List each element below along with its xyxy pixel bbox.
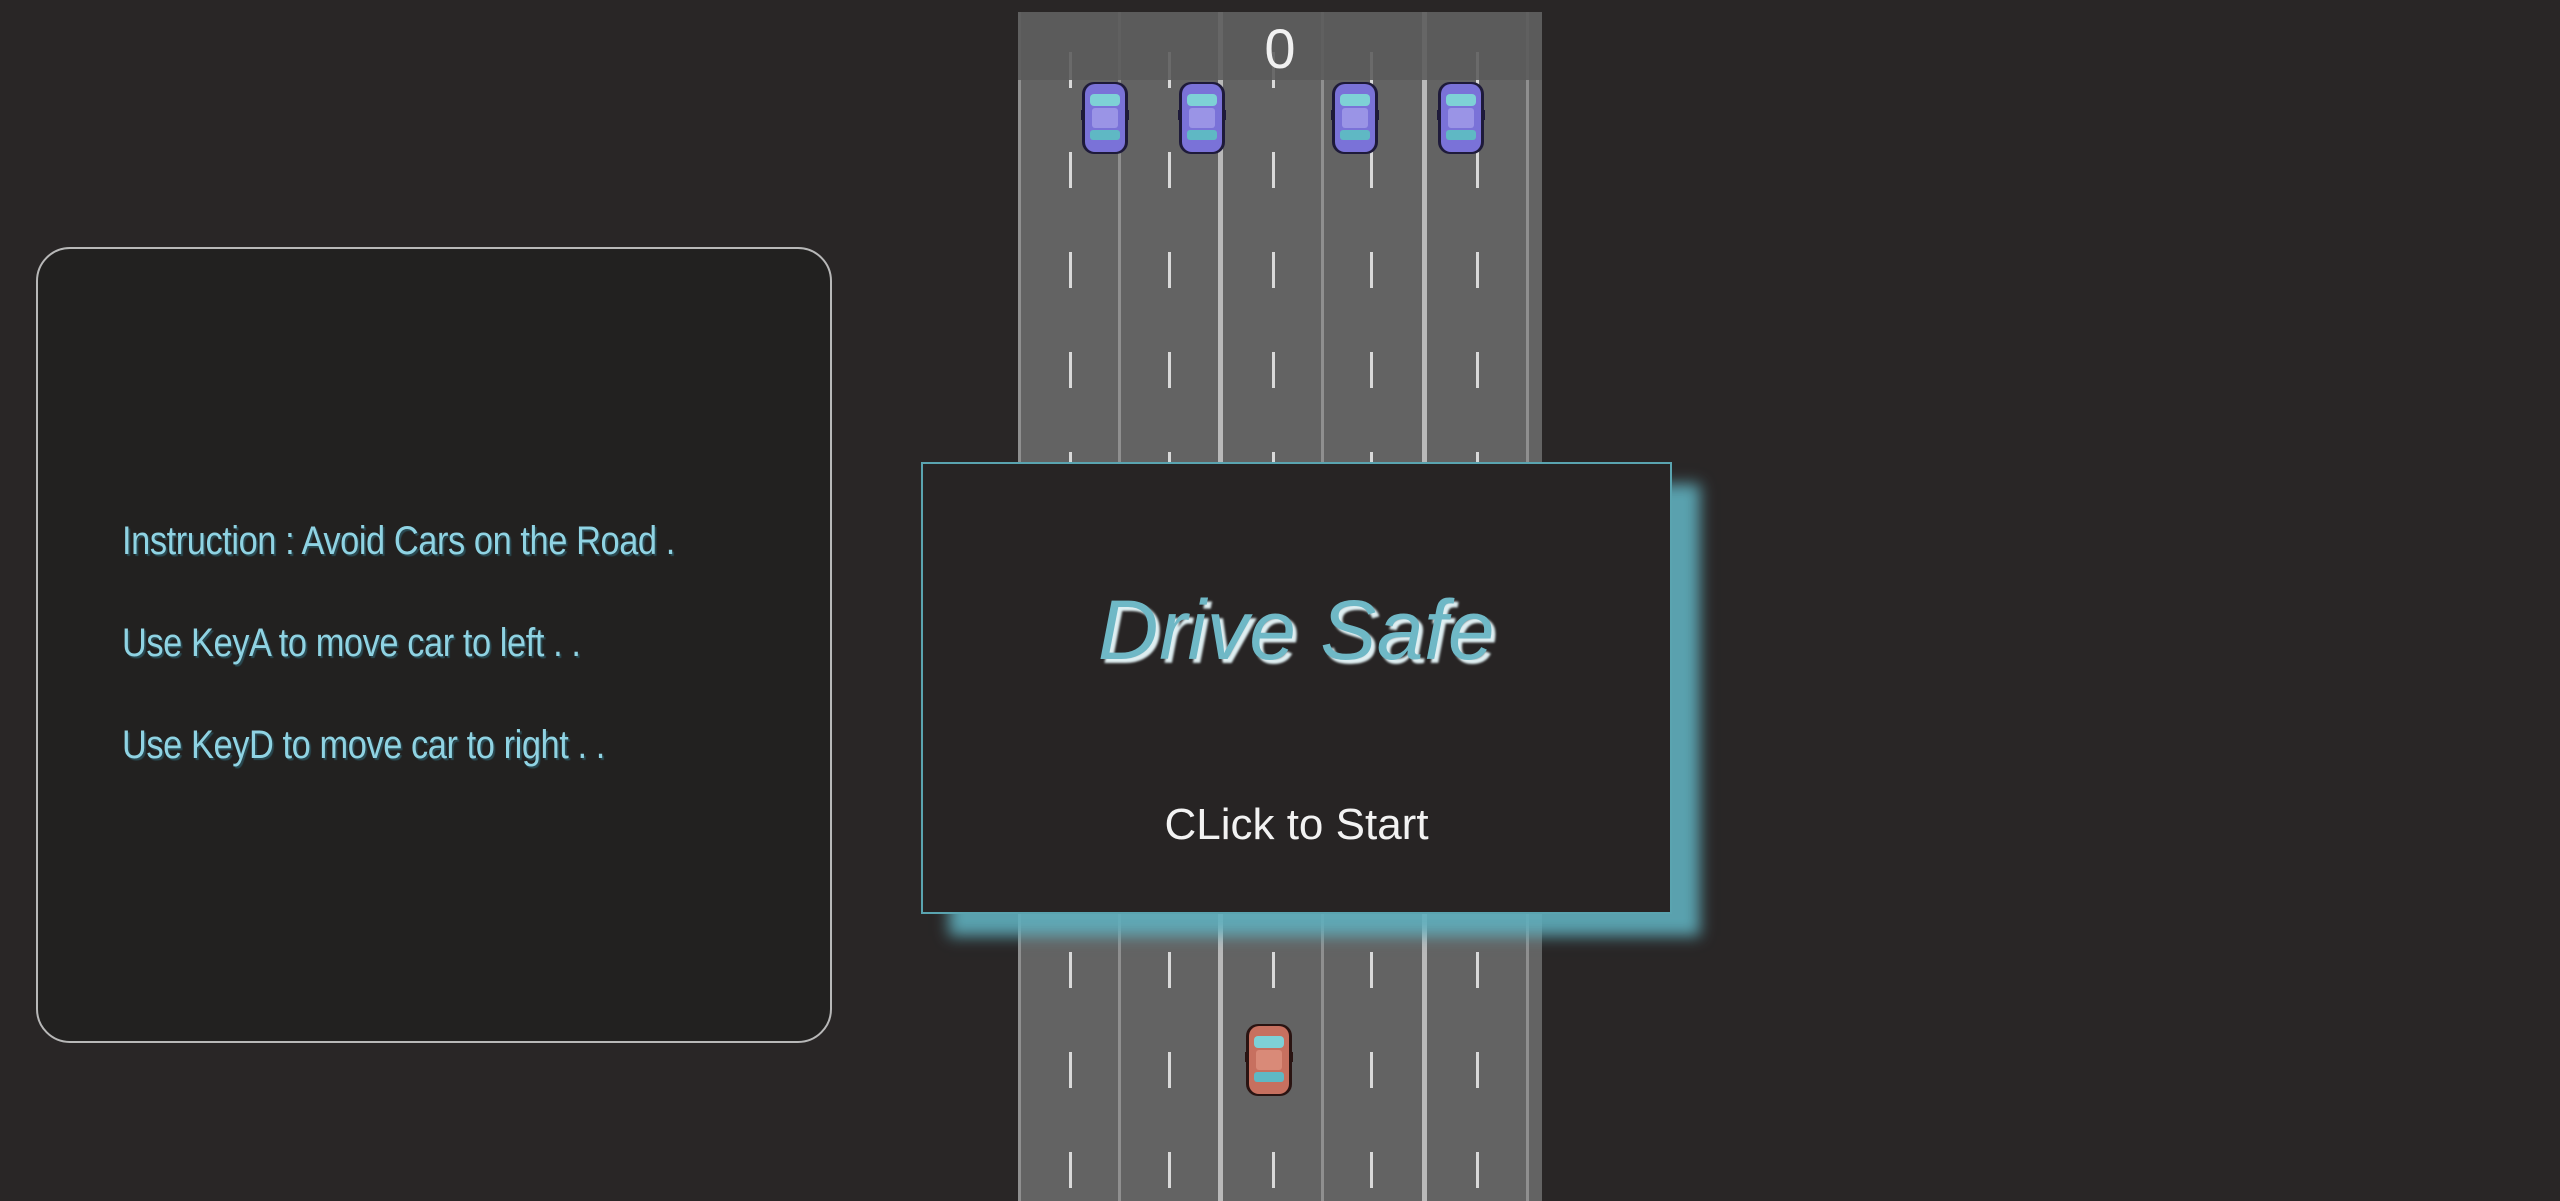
enemy-car [1178, 82, 1226, 154]
game-stage: Instruction : Avoid Cars on the Road . U… [0, 0, 2560, 1201]
modal-title: Drive Safe [1097, 583, 1496, 677]
instruction-line: Instruction : Avoid Cars on the Road . [122, 519, 675, 563]
enemy-car [1331, 82, 1379, 154]
instruction-line-key-d: Use KeyD to move car to right . . [122, 723, 605, 767]
start-modal[interactable]: Drive Safe CLick to Start [921, 462, 1672, 914]
start-button[interactable]: CLick to Start [923, 800, 1670, 850]
score-display: 0 [1264, 17, 1296, 80]
player-car [1245, 1024, 1293, 1096]
score-bar: 0 [1018, 12, 1542, 80]
instruction-line-key-a: Use KeyA to move car to left . . [122, 621, 581, 665]
enemy-car [1437, 82, 1485, 154]
instructions-panel: Instruction : Avoid Cars on the Road . U… [36, 247, 832, 1043]
enemy-car [1081, 82, 1129, 154]
